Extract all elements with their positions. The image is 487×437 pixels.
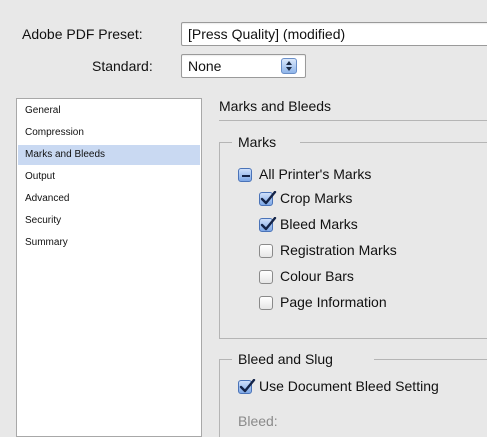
stepper-arrows-icon <box>281 58 297 74</box>
bleed-group-border-left <box>219 359 220 437</box>
bleed-marks-checkbox[interactable] <box>259 217 277 232</box>
use-document-bleed-checkbox[interactable] <box>238 379 256 394</box>
sidebar-item-summary[interactable]: Summary <box>18 233 200 253</box>
sidebar-item-security[interactable]: Security <box>18 211 200 231</box>
marks-group-border-top-right <box>300 142 487 143</box>
bleed-marks-label: Bleed Marks <box>280 216 358 232</box>
marks-group-border-bottom <box>219 338 487 339</box>
preset-value: [Press Quality] (modified) <box>188 26 346 42</box>
page-information-label: Page Information <box>280 294 387 310</box>
bleed-group-border-top-left <box>219 359 232 360</box>
standard-value: None <box>188 58 222 74</box>
sidebar-item-marks-and-bleeds[interactable]: Marks and Bleeds <box>18 145 200 165</box>
preset-label: Adobe PDF Preset: <box>22 26 143 42</box>
sidebar-item-compression[interactable]: Compression <box>18 123 200 143</box>
crop-marks-label: Crop Marks <box>280 190 353 206</box>
sidebar-item-output[interactable]: Output <box>18 167 200 187</box>
sidebar-item-advanced[interactable]: Advanced <box>18 189 200 209</box>
check-icon <box>260 191 277 205</box>
bleed-group-border-top-right <box>374 359 487 360</box>
standard-select[interactable]: None <box>181 54 306 78</box>
dash-icon <box>242 175 250 177</box>
bleed-label: Bleed: <box>238 413 278 429</box>
category-list[interactable]: General Compression Marks and Bleeds Out… <box>16 98 202 437</box>
registration-marks-label: Registration Marks <box>280 242 397 258</box>
preset-select[interactable]: [Press Quality] (modified) <box>181 22 487 46</box>
check-icon <box>239 379 256 393</box>
panel-title: Marks and Bleeds <box>219 98 332 114</box>
bleed-group-label: Bleed and Slug <box>238 351 333 367</box>
marks-group-border-top-left <box>219 142 232 143</box>
all-printers-marks-checkbox[interactable] <box>238 168 252 182</box>
title-divider <box>219 120 487 121</box>
marks-group-label: Marks <box>238 134 277 150</box>
colour-bars-checkbox[interactable] <box>259 270 273 284</box>
registration-marks-checkbox[interactable] <box>259 244 273 258</box>
marks-group-border-left <box>219 142 220 338</box>
all-printers-marks-label: All Printer's Marks <box>259 166 372 182</box>
crop-marks-checkbox[interactable] <box>259 191 277 206</box>
colour-bars-label: Colour Bars <box>280 268 354 284</box>
sidebar-item-general[interactable]: General <box>18 101 200 121</box>
check-icon <box>260 217 277 231</box>
standard-label: Standard: <box>92 58 153 74</box>
use-document-bleed-label: Use Document Bleed Setting <box>259 378 439 394</box>
page-information-checkbox[interactable] <box>259 296 273 310</box>
